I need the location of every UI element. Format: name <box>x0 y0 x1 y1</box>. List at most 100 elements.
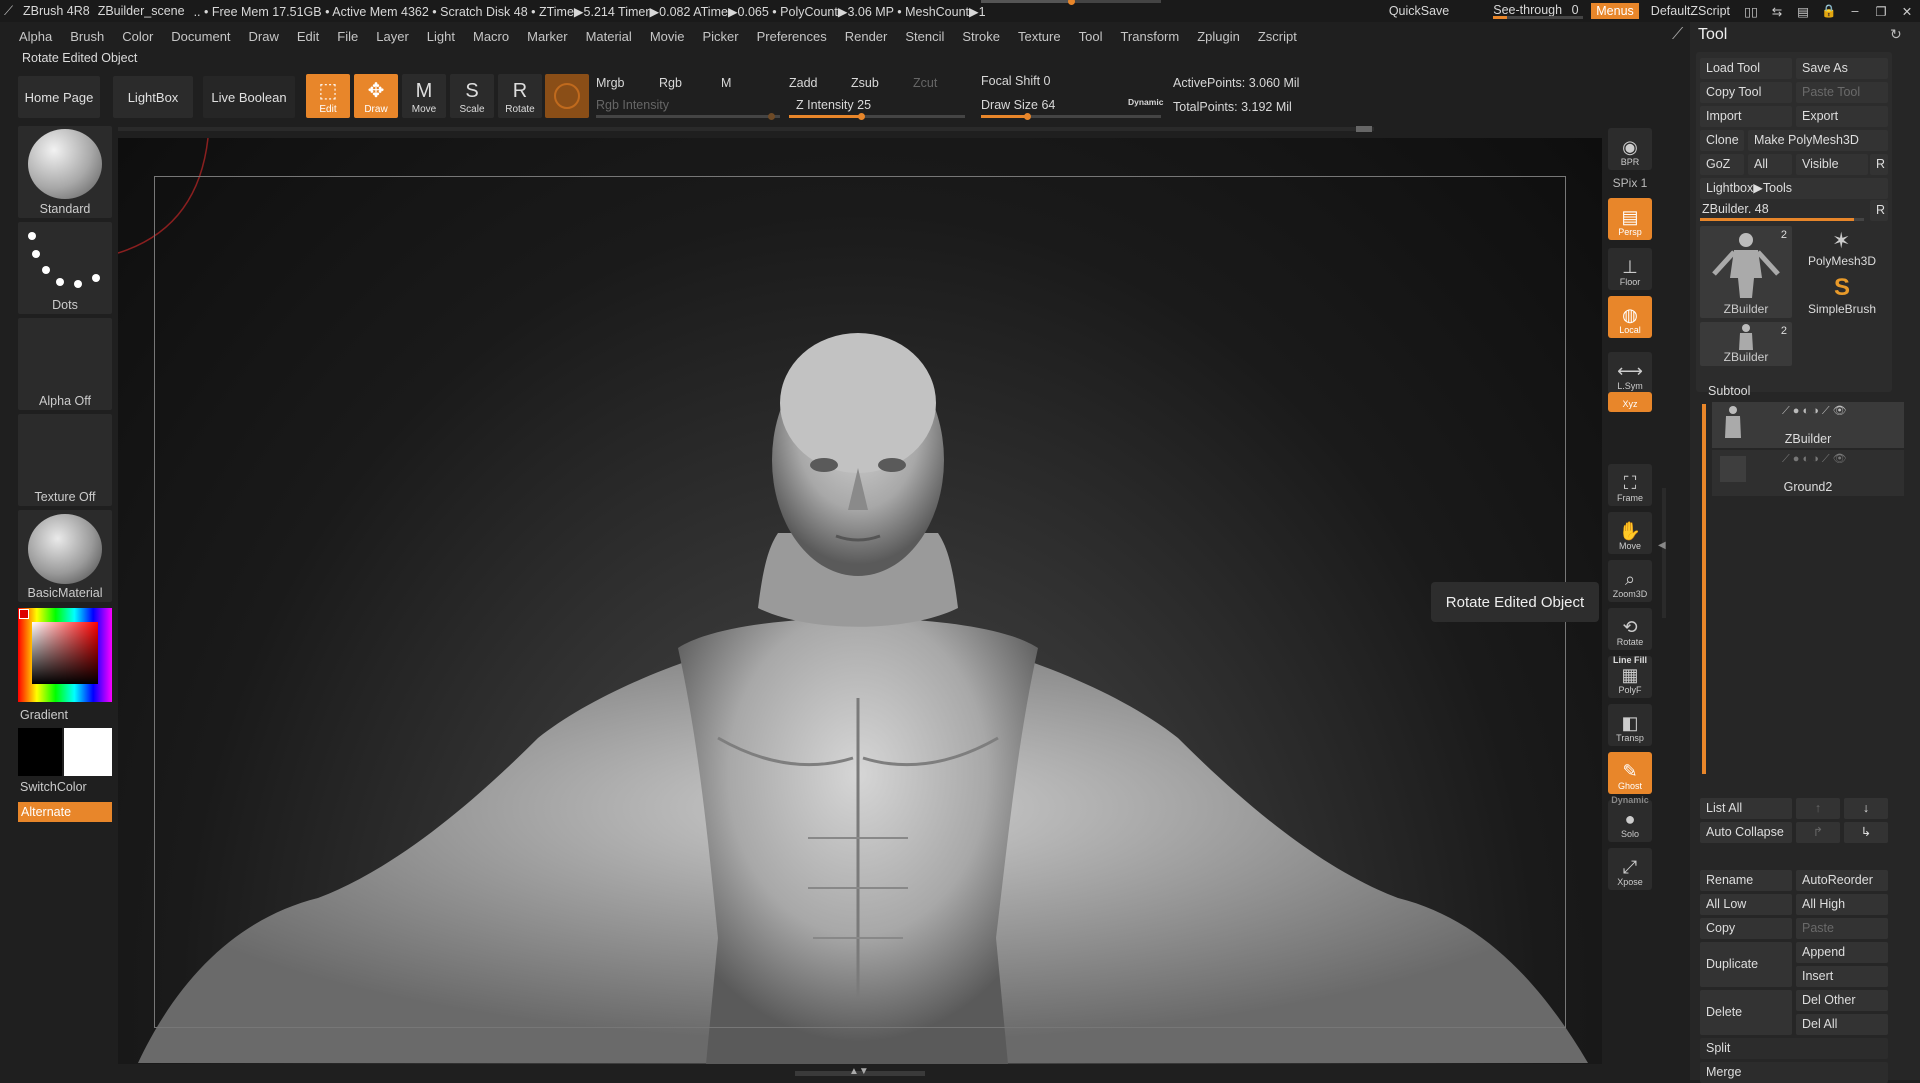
frame-view-button[interactable]: ⛶ Frame <box>1608 464 1652 506</box>
goz-r-button[interactable]: R <box>1870 154 1888 175</box>
texture-selector[interactable]: Texture Off <box>18 414 112 506</box>
clone-button[interactable]: Clone <box>1700 130 1744 151</box>
zoom3d-view-button[interactable]: ⌕ Zoom3D <box>1608 560 1652 602</box>
subtool-visibility-icons[interactable]: ⟋ ● ◐ ◑ ⟋ 👁 <box>1782 404 1847 418</box>
zsub-toggle[interactable]: Zsub <box>851 76 879 90</box>
paste-subtool-button[interactable]: Paste <box>1796 918 1888 939</box>
menu-stencil[interactable]: Stencil <box>896 29 953 44</box>
persp-view-button[interactable]: ▤ Persp <box>1608 198 1652 240</box>
copy-subtool-button[interactable]: Copy <box>1700 918 1792 939</box>
menu-file[interactable]: File <box>328 29 367 44</box>
solo-view-button[interactable]: ● Solo <box>1608 800 1652 842</box>
menu-marker[interactable]: Marker <box>518 29 576 44</box>
menu-color[interactable]: Color <box>113 29 162 44</box>
menus-toggle-button[interactable]: Menus <box>1591 3 1639 19</box>
menu-zscript[interactable]: Zscript <box>1249 29 1306 44</box>
rotate-view-button[interactable]: ⟲ Rotate <box>1608 608 1652 650</box>
local-view-button[interactable]: ◍ Local <box>1608 296 1652 338</box>
rgb-toggle[interactable]: Rgb <box>659 76 682 90</box>
menu-light[interactable]: Light <box>418 29 464 44</box>
menu-movie[interactable]: Movie <box>641 29 694 44</box>
menu-tool[interactable]: Tool <box>1070 29 1112 44</box>
save-as-button[interactable]: Save As <box>1796 58 1888 79</box>
home-page-button[interactable]: Home Page <box>18 76 100 118</box>
arrow-down-right-icon[interactable]: ↳ <box>1844 822 1888 843</box>
draw-size-slider[interactable] <box>981 113 1161 120</box>
scale-mode-button[interactable]: S Scale <box>450 74 494 118</box>
focal-shift-slider[interactable] <box>981 0 1161 5</box>
tool-thumb-simplebrush[interactable]: S SimpleBrush <box>1796 274 1888 320</box>
tool-slider[interactable] <box>1700 218 1864 221</box>
transp-view-button[interactable]: ◧ Transp <box>1608 704 1652 746</box>
horizontal-scrollbar-thumb[interactable] <box>1356 126 1372 132</box>
menu-macro[interactable]: Macro <box>464 29 518 44</box>
list-all-button[interactable]: List All <box>1700 798 1792 819</box>
close-icon[interactable]: ✕ <box>1894 4 1920 19</box>
draw-mode-button[interactable]: ✥ Draw <box>354 74 398 118</box>
menu-render[interactable]: Render <box>836 29 897 44</box>
menu-draw[interactable]: Draw <box>240 29 288 44</box>
tool-thumb-zbuilder-2[interactable]: 2 ZBuilder <box>1700 322 1792 366</box>
make-polymesh-button[interactable]: Make PolyMesh3D <box>1748 130 1888 151</box>
alpha-selector[interactable]: Alpha Off <box>18 318 112 410</box>
tool-thumb-zbuilder[interactable]: 2 ZBuilder <box>1700 226 1792 318</box>
dynamic-toggle[interactable]: Dynamic <box>1128 97 1163 107</box>
see-through-slider[interactable]: See-through 0 <box>1487 0 1587 22</box>
rgb-intensity-label[interactable]: Rgb Intensity <box>596 98 669 112</box>
import-button[interactable]: Import <box>1700 106 1792 127</box>
arrow-up-right-icon[interactable]: ↱ <box>1796 822 1840 843</box>
live-boolean-button[interactable]: Live Boolean <box>203 76 295 118</box>
color-square[interactable] <box>32 622 98 684</box>
menu-edit[interactable]: Edit <box>288 29 328 44</box>
auto-collapse-button[interactable]: Auto Collapse <box>1700 822 1792 843</box>
maximize-icon[interactable]: ❐ <box>1868 4 1894 19</box>
goz-all-button[interactable]: All <box>1748 154 1792 175</box>
lock-icon[interactable]: 🔒 <box>1816 4 1842 19</box>
z-intensity-slider[interactable] <box>789 113 965 120</box>
alternate-button[interactable]: Alternate <box>18 802 112 822</box>
edit-mode-button[interactable]: ⬚ Edit <box>306 74 350 118</box>
secondary-color-swatch[interactable] <box>18 728 62 776</box>
paste-tool-button[interactable]: Paste Tool <box>1796 82 1888 103</box>
subtool-header[interactable]: Subtool <box>1708 384 1750 398</box>
m-toggle[interactable]: M <box>721 76 731 90</box>
subtool-item[interactable]: ⟋ ● ◐ ◑ ⟋ 👁 ZBuilder <box>1712 402 1904 448</box>
del-all-button[interactable]: Del All <box>1796 1014 1888 1035</box>
delete-button[interactable]: Delete <box>1700 990 1792 1035</box>
xyz-view-button[interactable]: ⤧Xyz <box>1608 392 1652 412</box>
all-low-button[interactable]: All Low <box>1700 894 1792 915</box>
move-view-button[interactable]: ✋ Move <box>1608 512 1652 554</box>
brush-selector[interactable]: Standard <box>18 126 112 218</box>
menu-picker[interactable]: Picker <box>694 29 748 44</box>
menu-brush[interactable]: Brush <box>61 29 113 44</box>
menu-preferences[interactable]: Preferences <box>748 29 836 44</box>
move-up-icon[interactable]: ↑ <box>1796 798 1840 819</box>
stroke-selector[interactable]: Dots <box>18 222 112 314</box>
menu-material[interactable]: Material <box>577 29 641 44</box>
palette-refresh-icon[interactable]: ↻ <box>1890 26 1902 43</box>
zadd-toggle[interactable]: Zadd <box>789 76 818 90</box>
move-down-icon[interactable]: ↓ <box>1844 798 1888 819</box>
menu-alpha[interactable]: Alpha <box>0 29 61 44</box>
menu-document[interactable]: Document <box>162 29 239 44</box>
subtool-scrollbar[interactable] <box>1702 404 1706 774</box>
ui-swap-icon[interactable]: ⇆ <box>1764 4 1790 19</box>
autoreorder-button[interactable]: AutoReorder <box>1796 870 1888 891</box>
quicksave-button[interactable]: QuickSave <box>1381 4 1457 18</box>
export-button[interactable]: Export <box>1796 106 1888 127</box>
lsym-view-button[interactable]: ⟷ L.Sym <box>1608 352 1652 394</box>
lightbox-button[interactable]: LightBox <box>113 76 193 118</box>
del-other-button[interactable]: Del Other <box>1796 990 1888 1011</box>
goz-visible-button[interactable]: Visible <box>1796 154 1868 175</box>
menu-texture[interactable]: Texture <box>1009 29 1070 44</box>
tool-r-button[interactable]: R <box>1870 200 1888 221</box>
palette-icon[interactable]: ▤ <box>1790 4 1816 19</box>
canvas-viewport[interactable] <box>118 138 1602 1064</box>
menu-transform[interactable]: Transform <box>1111 29 1188 44</box>
xpose-view-button[interactable]: ⤢ Xpose <box>1608 848 1652 890</box>
tool-thumb-polymesh3d[interactable]: ✶ PolyMesh3D <box>1796 226 1888 272</box>
menu-zplugin[interactable]: Zplugin <box>1188 29 1249 44</box>
primary-color-swatch[interactable] <box>64 728 112 776</box>
bpr-view-button[interactable]: ◉ BPR <box>1608 128 1652 170</box>
rgb-intensity-slider[interactable] <box>596 113 780 120</box>
